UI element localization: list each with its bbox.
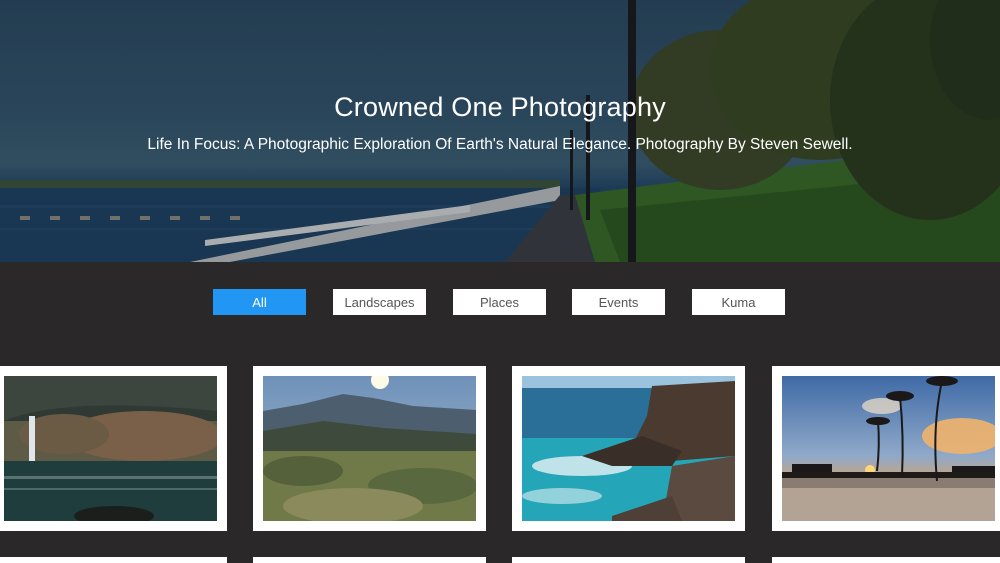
site-title: Crowned One Photography xyxy=(334,92,666,122)
photo-mountain-sunrise xyxy=(263,376,476,521)
gallery-card[interactable] xyxy=(0,557,227,563)
photo-rocky-coast xyxy=(522,376,735,521)
category-filter-bar: All Landscapes Places Events Kuma xyxy=(0,289,1000,315)
gallery-card[interactable] xyxy=(772,557,1000,563)
hero-photo xyxy=(0,0,1000,262)
gallery-card[interactable] xyxy=(253,366,486,531)
hero-banner: Crowned One Photography Life In Focus: A… xyxy=(0,0,1000,262)
photo-cave-lagoon xyxy=(4,376,217,521)
site-tagline: Life In Focus: A Photographic Exploratio… xyxy=(147,136,853,153)
filter-all-button[interactable]: All xyxy=(213,289,306,315)
gallery-card[interactable] xyxy=(772,366,1000,531)
gallery-card[interactable] xyxy=(0,366,227,531)
gallery-card[interactable] xyxy=(253,557,486,563)
filter-kuma-button[interactable]: Kuma xyxy=(692,289,785,315)
filter-places-button[interactable]: Places xyxy=(453,289,546,315)
filter-events-button[interactable]: Events xyxy=(572,289,665,315)
filter-landscapes-button[interactable]: Landscapes xyxy=(333,289,426,315)
gallery-card[interactable] xyxy=(512,557,745,563)
photo-beach-sunset xyxy=(782,376,995,521)
gallery-card[interactable] xyxy=(512,366,745,531)
